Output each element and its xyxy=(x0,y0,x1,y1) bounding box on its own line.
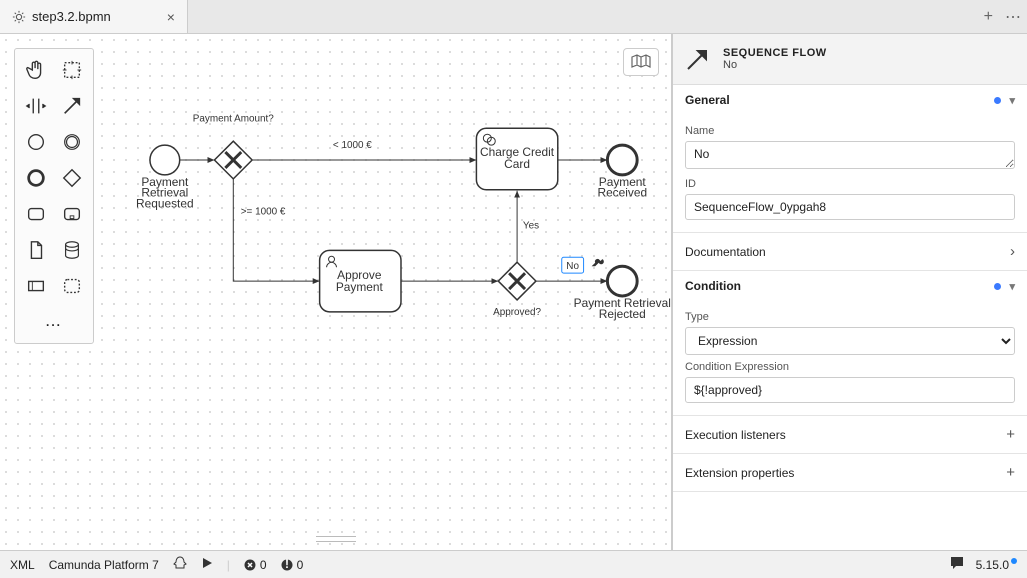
svg-text:!: ! xyxy=(285,559,289,571)
minimap-button[interactable] xyxy=(623,48,659,76)
task-icon[interactable] xyxy=(19,197,53,231)
platform-label[interactable]: Camunda Platform 7 xyxy=(49,558,159,572)
svg-text:Approved?: Approved? xyxy=(493,307,541,318)
svg-text:PaymentRetrievalRequested: PaymentRetrievalRequested xyxy=(136,175,194,211)
run-icon[interactable] xyxy=(201,557,213,572)
panel-header: SEQUENCE FLOW No xyxy=(673,34,1027,85)
name-input[interactable]: No xyxy=(685,141,1015,169)
condition-expression-input[interactable] xyxy=(685,377,1015,403)
warnings-count[interactable]: ! 0 xyxy=(281,558,304,572)
id-label: ID xyxy=(685,178,1015,190)
space-tool-icon[interactable] xyxy=(19,89,53,123)
connect-tool-icon[interactable] xyxy=(55,89,89,123)
properties-panel: SEQUENCE FLOW No General ▾ Name No ID Do… xyxy=(672,34,1027,550)
panel-title: SEQUENCE FLOW xyxy=(723,47,827,59)
subprocess-icon[interactable] xyxy=(55,197,89,231)
plus-icon[interactable]: + xyxy=(1006,464,1015,481)
gateway-amount[interactable] xyxy=(214,141,252,179)
gateway-approved[interactable] xyxy=(498,262,536,300)
svg-text:Yes: Yes xyxy=(523,220,539,231)
more-tools-icon[interactable]: ... xyxy=(19,305,89,339)
group-icon[interactable] xyxy=(55,269,89,303)
tab-label: step3.2.bpmn xyxy=(32,9,111,24)
bpmn-diagram[interactable]: < 1000 € >= 1000 € Yes No PaymentRetriev… xyxy=(0,34,671,550)
start-event-icon[interactable] xyxy=(19,125,53,159)
tab-menu-icon[interactable]: ⋯ xyxy=(1005,7,1021,27)
add-tab-icon[interactable]: + xyxy=(984,8,993,26)
status-bar: XML Camunda Platform 7 | 0 ! 0 5.15.0 xyxy=(0,550,1027,578)
task-approve-payment[interactable]: ApprovePayment xyxy=(320,250,401,312)
id-input[interactable] xyxy=(685,194,1015,220)
svg-text:Payment RetrievalRejected: Payment RetrievalRejected xyxy=(574,296,671,321)
version-label[interactable]: 5.15.0 xyxy=(976,558,1017,572)
data-store-icon[interactable] xyxy=(55,233,89,267)
svg-text:No: No xyxy=(566,261,579,272)
start-event[interactable] xyxy=(150,145,180,175)
gateway-icon[interactable] xyxy=(55,161,89,195)
edited-indicator-icon xyxy=(994,97,1001,104)
sequence-flow-icon xyxy=(683,44,713,74)
section-general-header[interactable]: General ▾ xyxy=(673,85,1027,115)
end-event-received[interactable] xyxy=(607,145,637,175)
intermediate-event-icon[interactable] xyxy=(55,125,89,159)
end-event-icon[interactable] xyxy=(19,161,53,195)
type-select[interactable]: Expression xyxy=(685,327,1015,355)
end-event-rejected[interactable] xyxy=(607,266,637,296)
deploy-icon[interactable] xyxy=(173,556,187,573)
panel-subtitle: No xyxy=(723,59,827,71)
svg-text:< 1000 €: < 1000 € xyxy=(333,140,372,151)
condition-expression-label: Condition Expression xyxy=(685,361,1015,373)
tab-bar: step3.2.bpmn × + ⋯ xyxy=(0,0,1027,34)
section-condition-title: Condition xyxy=(685,279,741,293)
lasso-tool-icon[interactable] xyxy=(55,53,89,87)
section-execution-listeners[interactable]: Execution listeners + xyxy=(673,416,1027,454)
close-icon[interactable]: × xyxy=(167,9,175,25)
xml-toggle[interactable]: XML xyxy=(10,558,35,572)
svg-text:Payment Amount?: Payment Amount? xyxy=(193,113,274,124)
tool-palette: ... xyxy=(14,48,94,344)
data-object-icon[interactable] xyxy=(19,233,53,267)
svg-text:ApprovePayment: ApprovePayment xyxy=(336,268,384,294)
chevron-right-icon: › xyxy=(1010,243,1015,260)
task-charge-credit-card[interactable]: Charge CreditCard xyxy=(476,128,557,190)
section-general-title: General xyxy=(685,93,730,107)
chevron-down-icon: ▾ xyxy=(1009,280,1015,293)
section-extension-properties[interactable]: Extension properties + xyxy=(673,454,1027,492)
gear-icon xyxy=(12,10,26,24)
errors-count[interactable]: 0 xyxy=(244,558,267,572)
chevron-down-icon: ▾ xyxy=(1009,94,1015,107)
name-label: Name xyxy=(685,125,1015,137)
svg-text:PaymentReceived: PaymentReceived xyxy=(597,175,647,200)
pool-icon[interactable] xyxy=(19,269,53,303)
hand-tool-icon[interactable] xyxy=(19,53,53,87)
svg-text:>= 1000 €: >= 1000 € xyxy=(241,207,286,218)
feedback-icon[interactable] xyxy=(950,556,964,573)
plus-icon[interactable]: + xyxy=(1006,426,1015,443)
tab-active[interactable]: step3.2.bpmn × xyxy=(0,0,188,33)
section-condition-header[interactable]: Condition ▾ xyxy=(673,271,1027,301)
diagram-canvas[interactable]: ... < 1000 € >= 1000 € Yes No xyxy=(0,34,672,550)
type-label: Type xyxy=(685,311,1015,323)
panel-resize-handle[interactable] xyxy=(316,536,356,542)
wrench-icon[interactable] xyxy=(592,259,604,266)
edited-indicator-icon xyxy=(994,283,1001,290)
section-documentation[interactable]: Documentation › xyxy=(673,233,1027,271)
